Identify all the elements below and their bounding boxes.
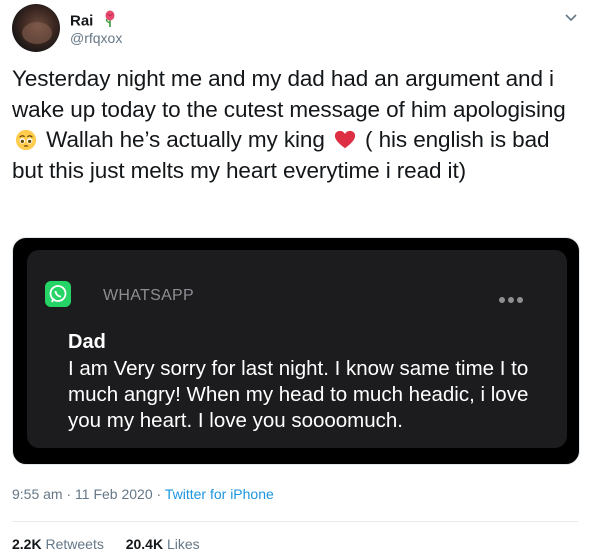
avatar[interactable] (12, 4, 60, 52)
tweet-text-part2: Wallah he’s actually my king (46, 127, 325, 152)
likes-label: Likes (166, 536, 200, 552)
meta-separator: · (156, 486, 162, 502)
tweet-text: Yesterday night me and my dad had an arg… (12, 64, 578, 186)
notification-sender: Dad (68, 331, 106, 353)
retweets-count: 2.2K (12, 536, 42, 552)
author-handle[interactable]: @rfqxox (70, 30, 122, 46)
red-heart-emoji-icon (334, 130, 355, 149)
divider (12, 521, 578, 522)
notification-app-name: WHATSAPP (103, 287, 195, 304)
more-options-icon (496, 290, 523, 308)
likes-stat[interactable]: 20.4K Likes (126, 536, 200, 552)
tweet-header: Rai @rfqxox (12, 4, 578, 54)
whatsapp-icon (45, 281, 71, 307)
author-name[interactable]: Rai (70, 12, 93, 29)
tweet-text-part1: Yesterday night me and my dad had an arg… (12, 66, 566, 122)
whatsapp-notification: WHATSAPP Dad I am Very sorry for last ni… (27, 250, 567, 448)
retweets-label: Retweets (45, 536, 104, 552)
likes-count: 20.4K (125, 536, 164, 552)
tweet-time[interactable]: 9:55 am (12, 486, 63, 502)
tweet-meta: 9:55 am · 11 Feb 2020 · Twitter for iPho… (12, 486, 274, 502)
chevron-down-icon[interactable] (564, 10, 578, 24)
notification-message: I am Very sorry for last night. I know s… (68, 357, 529, 432)
tweet-date[interactable]: 11 Feb 2020 (75, 486, 153, 502)
meta-separator: · (66, 486, 72, 502)
pleading-face-emoji-icon (15, 129, 37, 151)
attached-image[interactable]: WHATSAPP Dad I am Very sorry for last ni… (12, 237, 580, 465)
tweet-stats: 2.2K Retweets 20.4K Likes (12, 536, 218, 552)
retweets-stat[interactable]: 2.2K Retweets (12, 536, 108, 552)
tweet-source-link[interactable]: Twitter for iPhone (165, 486, 274, 502)
